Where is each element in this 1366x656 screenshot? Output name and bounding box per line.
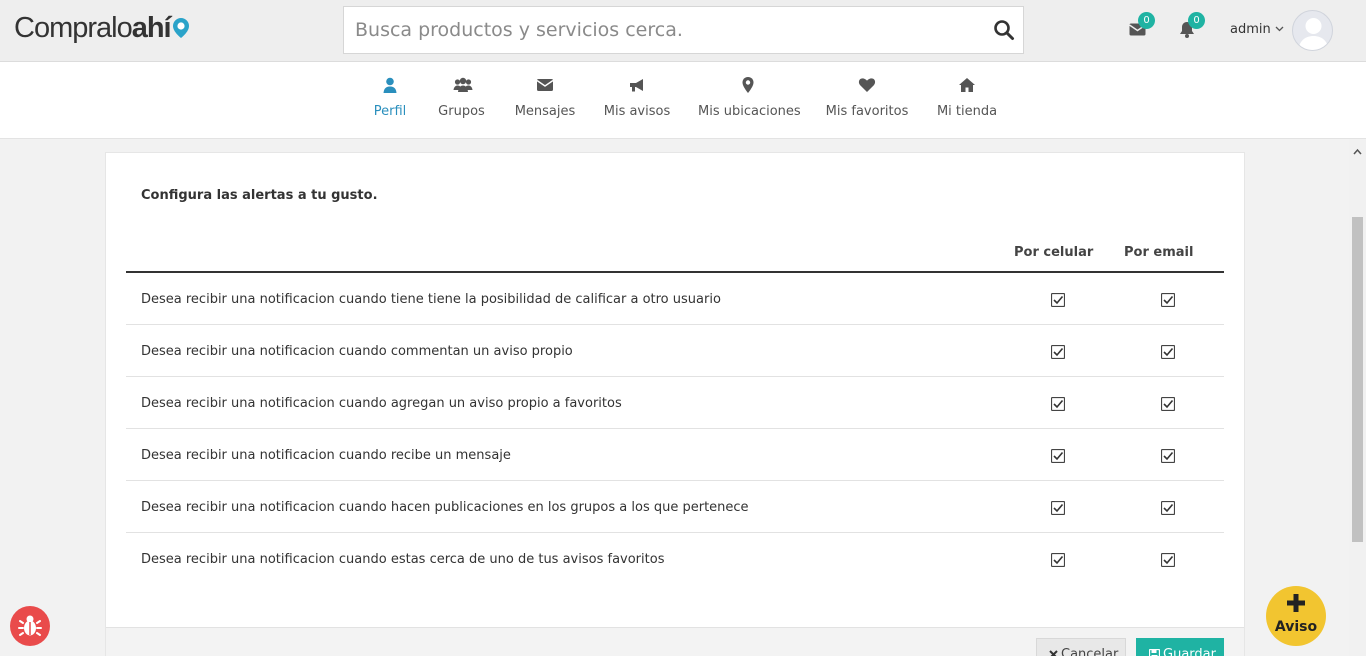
user-name: admin <box>1230 22 1271 37</box>
nav-item-mensajes[interactable]: Mensajes <box>512 62 578 139</box>
scrollbar-thumb[interactable] <box>1352 217 1363 542</box>
add-aviso-button[interactable]: Aviso <box>1266 586 1326 646</box>
bug-report-button[interactable] <box>10 606 50 646</box>
nav-label: Mensajes <box>514 104 576 119</box>
card-footer: Cancelar Guardar <box>106 627 1244 656</box>
row-label: Desea recibir una notificacion cuando ha… <box>141 500 749 515</box>
fab-label: Aviso <box>1274 619 1318 635</box>
scroll-up-arrow-icon[interactable] <box>1353 141 1362 155</box>
table-row: Desea recibir una notificacion cuando es… <box>126 533 1224 585</box>
save-label: Guardar <box>1163 647 1216 656</box>
phone-checkbox[interactable] <box>1050 344 1066 360</box>
row-label: Desea recibir una notificacion cuando ag… <box>141 396 622 411</box>
messages-badge: 0 <box>1138 12 1155 29</box>
location-pin-icon <box>172 14 190 38</box>
avatar[interactable] <box>1292 10 1333 51</box>
search-icon[interactable] <box>993 19 1015 41</box>
nav-label: Grupos <box>438 104 485 119</box>
row-label: Desea recibir una notificacion cuando es… <box>141 552 665 567</box>
page-scrollbar[interactable] <box>1349 139 1366 656</box>
nav-label: Perfil <box>373 104 407 119</box>
column-header-phone: Por celular <box>1014 245 1094 260</box>
nav-item-mi-tienda[interactable]: Mi tienda <box>935 62 999 139</box>
row-label: Desea recibir una notificacion cuando ti… <box>141 292 721 307</box>
map-marker-icon <box>739 76 757 94</box>
logo[interactable]: Compraloahí <box>14 12 190 45</box>
nav-label: Mis avisos <box>603 104 671 119</box>
card-title: Configura las alertas a tu gusto. <box>141 188 378 203</box>
cancel-button[interactable]: Cancelar <box>1036 638 1126 656</box>
nav-item-mis-favoritos[interactable]: Mis favoritos <box>825 62 909 139</box>
email-checkbox[interactable] <box>1160 344 1176 360</box>
notifications-badge: 0 <box>1188 12 1205 29</box>
bug-icon <box>18 615 42 636</box>
row-label: Desea recibir una notificacion cuando re… <box>141 448 511 463</box>
close-icon <box>1049 650 1058 656</box>
row-label: Desea recibir una notificacion cuando co… <box>141 344 573 359</box>
profile-nav: Perfil Grupos Mensajes Mis avisos Mis ub… <box>0 62 1366 139</box>
nav-item-mis-ubicaciones[interactable]: Mis ubicaciones <box>698 62 801 139</box>
user-menu[interactable]: admin <box>1230 22 1284 37</box>
nav-item-perfil[interactable]: Perfil <box>365 62 415 139</box>
email-checkbox[interactable] <box>1160 500 1176 516</box>
email-checkbox[interactable] <box>1160 292 1176 308</box>
table-row: Desea recibir una notificacion cuando re… <box>126 429 1224 481</box>
nav-label: Mis ubicaciones <box>698 104 801 119</box>
floppy-icon <box>1148 648 1161 656</box>
plus-icon <box>1287 594 1305 612</box>
envelope-icon <box>536 76 554 94</box>
cancel-label: Cancelar <box>1061 647 1119 656</box>
search-input[interactable] <box>344 7 974 53</box>
nav-item-grupos[interactable]: Grupos <box>434 62 489 139</box>
table-row: Desea recibir una notificacion cuando co… <box>126 325 1224 377</box>
user-icon <box>381 76 399 94</box>
bullhorn-icon <box>628 76 646 94</box>
phone-checkbox[interactable] <box>1050 448 1066 464</box>
search-bar <box>343 6 1024 54</box>
column-header-email: Por email <box>1124 245 1194 260</box>
phone-checkbox[interactable] <box>1050 552 1066 568</box>
nav-item-mis-avisos[interactable]: Mis avisos <box>603 62 671 139</box>
logo-text: Compraloahí <box>14 12 172 44</box>
nav-label: Mi tienda <box>936 104 998 119</box>
home-icon <box>958 76 976 94</box>
phone-checkbox[interactable] <box>1050 292 1066 308</box>
phone-checkbox[interactable] <box>1050 396 1066 412</box>
save-button[interactable]: Guardar <box>1136 638 1224 656</box>
nav-label: Mis favoritos <box>825 104 909 119</box>
table-row: Desea recibir una notificacion cuando ag… <box>126 377 1224 429</box>
phone-checkbox[interactable] <box>1050 500 1066 516</box>
top-header: Compraloahí 0 0 admin <box>0 0 1366 62</box>
heart-icon <box>858 76 876 94</box>
alerts-card: Configura las alertas a tu gusto. Por ce… <box>105 152 1245 656</box>
email-checkbox[interactable] <box>1160 448 1176 464</box>
users-icon <box>453 76 472 94</box>
table-row: Desea recibir una notificacion cuando ha… <box>126 481 1224 533</box>
email-checkbox[interactable] <box>1160 552 1176 568</box>
table-row: Desea recibir una notificacion cuando ti… <box>126 273 1224 325</box>
chevron-down-icon <box>1275 22 1284 32</box>
email-checkbox[interactable] <box>1160 396 1176 412</box>
